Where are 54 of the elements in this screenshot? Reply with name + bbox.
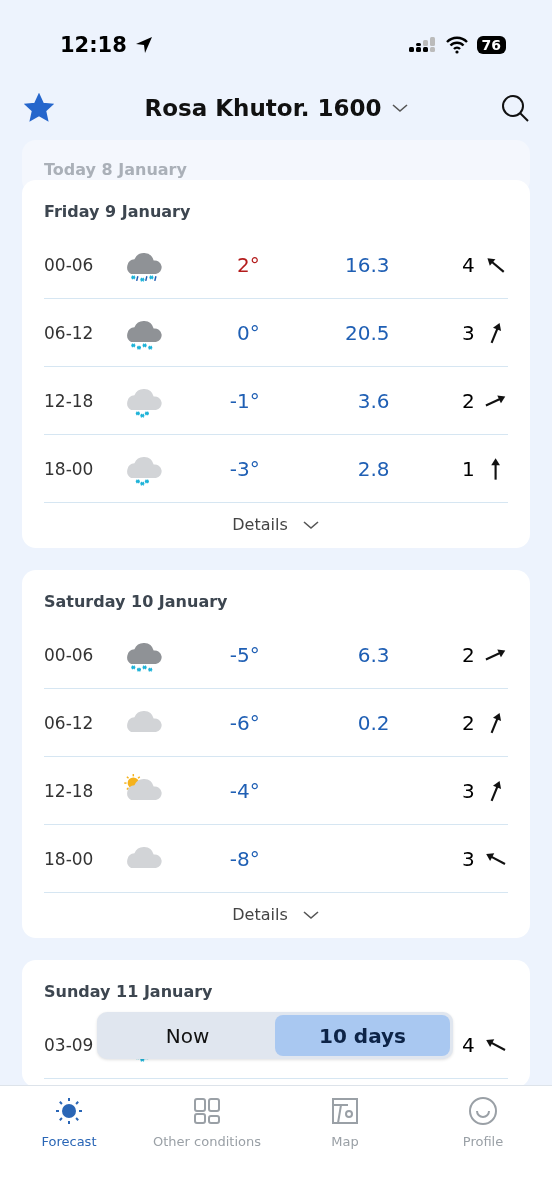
time-range: 12-18	[44, 390, 95, 411]
time-range: 18-00	[44, 458, 95, 479]
day-title: Friday 9 January	[44, 202, 192, 221]
temperature: -8°	[228, 846, 260, 871]
wifi-icon	[444, 36, 469, 54]
wind-speed: 2	[461, 642, 475, 667]
wind-speed: 4	[461, 252, 475, 277]
view-tab[interactable]: 10 days	[275, 1015, 450, 1056]
grid-icon	[192, 1096, 222, 1126]
precipitation: 3.6	[356, 388, 390, 413]
day-title: Sunday 11 January	[44, 982, 214, 1001]
search-icon[interactable]	[500, 93, 530, 123]
tab-bar-item[interactable]: Forecast	[0, 1096, 138, 1200]
details-toggle[interactable]: Details	[232, 503, 320, 540]
wind-speed: 2	[461, 710, 475, 735]
sun-icon	[54, 1096, 84, 1126]
clock-time: 12:18	[60, 33, 127, 57]
map-icon	[330, 1096, 360, 1126]
smiley-icon	[468, 1096, 498, 1126]
location-selector[interactable]: Rosa Khutor. 1600	[144, 95, 410, 121]
wind-speed: 3	[461, 320, 475, 345]
temperature: -3°	[228, 456, 260, 481]
temperature: -6°	[228, 710, 260, 735]
time-range: 12-18	[44, 780, 95, 801]
precipitation: 0.2	[356, 710, 390, 735]
wind-speed: 3	[461, 846, 475, 871]
temperature: -5°	[228, 642, 260, 667]
time-range: 18-00	[44, 848, 95, 869]
battery-level: 76	[476, 36, 506, 54]
time-range: 00-06	[44, 644, 95, 665]
chevron-down-icon	[391, 102, 410, 114]
temperature: -1°	[228, 388, 260, 413]
chevron-down-icon	[301, 518, 320, 531]
chevron-down-icon	[301, 908, 320, 921]
time-range: 06-12	[44, 322, 95, 343]
precipitation: 16.3	[344, 252, 390, 277]
favorite-star-icon[interactable]	[24, 93, 54, 123]
precipitation: 20.5	[344, 320, 390, 345]
signal-icon	[408, 36, 437, 54]
wind-speed: 2	[461, 388, 475, 413]
wind-speed: 3	[461, 778, 475, 803]
precipitation: 2.8	[356, 456, 390, 481]
temperature: 0°	[236, 320, 260, 345]
time-range: 00-06	[44, 254, 95, 275]
temperature: 2°	[236, 252, 260, 277]
precipitation: 6.3	[356, 642, 390, 667]
view-tab[interactable]: Now	[100, 1015, 275, 1056]
details-toggle[interactable]: Details	[232, 893, 320, 930]
location-arrow-icon	[134, 36, 153, 54]
day-title: Saturday 10 January	[44, 592, 229, 611]
wind-speed: 1	[461, 456, 475, 481]
time-range: 06-12	[44, 712, 95, 733]
temperature: -4°	[228, 778, 260, 803]
time-range: 03-09	[44, 1034, 95, 1055]
